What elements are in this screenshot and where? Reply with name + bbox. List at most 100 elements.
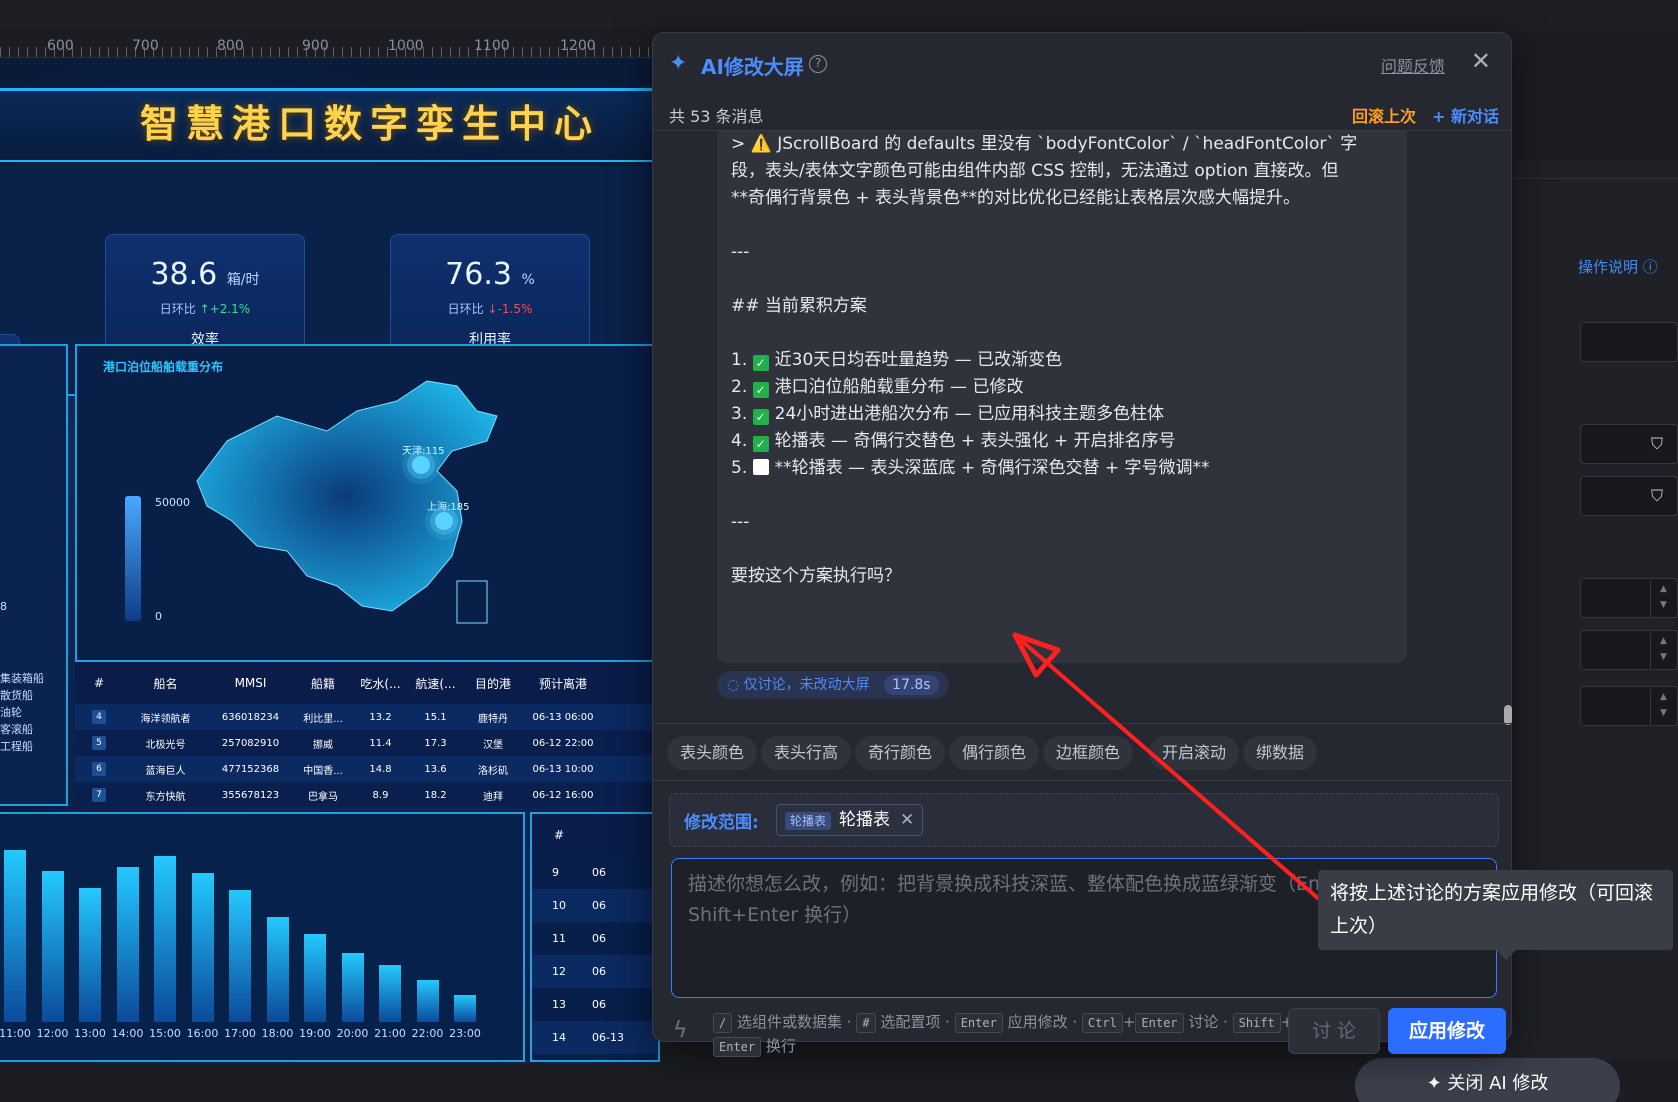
message-line: [731, 320, 1393, 347]
message-text: 段，表头/表体文字颜色可能由组件内部 CSS 控制，无法通过 option 直接…: [731, 161, 1339, 181]
stepper[interactable]: ▲ ▼: [1650, 581, 1676, 617]
kbd: #: [856, 1013, 876, 1033]
message-text: 24小时进出港船次分布 — 已应用科技主题多色柱体: [774, 404, 1165, 424]
stepper[interactable]: ▲ ▼: [1650, 633, 1676, 669]
feedback-link[interactable]: 问题反馈: [1381, 53, 1445, 77]
table-cell: 中国香...: [303, 765, 343, 777]
table-header-cell: MMSI: [234, 676, 267, 690]
rank-index: 6: [92, 762, 106, 776]
side-list-panel[interactable]: # 9 06 10 06 11 06 12 06 13 06 1406-13 10:00: [530, 812, 660, 1062]
bar: [416, 980, 439, 1022]
table-cell: 洛杉矶: [478, 765, 508, 777]
hint-text: 应用修改 ·: [1007, 1013, 1078, 1031]
ruler-label: 1100: [474, 38, 510, 54]
number-field[interactable]: ▲ ▼: [1580, 630, 1678, 670]
apply-button[interactable]: 应用修改: [1388, 1008, 1506, 1054]
stepper[interactable]: ▲ ▼: [1650, 689, 1676, 725]
bar: [304, 933, 326, 1022]
ruler-label: 1200: [560, 38, 596, 54]
ruler-label: 600: [47, 38, 74, 54]
table-cell: 蓝海巨人: [145, 765, 186, 777]
quick-chip[interactable]: 表头颜色: [667, 736, 758, 770]
number-field[interactable]: ▲ ▼: [1580, 686, 1678, 726]
table-cell: 海洋领航者: [140, 713, 191, 725]
sparkle-icon: ✦: [669, 51, 688, 76]
paint-bucket-icon: ⛉: [1650, 486, 1663, 505]
bar-chart-plot: 11:00 12:00 13:00 14:00 15:00 16:00 17:00 18:00…: [0, 814, 520, 1044]
table-cell: 利比里...: [303, 713, 343, 725]
check-icon: ✓: [752, 355, 769, 371]
table-cell: 巴拿马: [308, 791, 338, 803]
table-header: # 船名 MMSI 船籍 吃水(... 航速(... 目的港 预计离港: [75, 662, 660, 704]
hourly-bar-chart[interactable]: 11:00 12:00 13:00 14:00 15:00 16:00 17:00 18:00…: [0, 812, 525, 1062]
list-value: 06: [592, 998, 606, 1011]
message-line: [731, 266, 1393, 293]
message-line: 4. ✓ 轮播表 — 奇偶行交替色 + 表头强化 + 开启排名序号: [731, 428, 1393, 455]
table-row: 6 蓝海巨人 477152368 中国香... 14.8 13.6 洛杉矶 06-13 10:…: [75, 756, 660, 782]
quick-chip[interactable]: 绑数据: [1243, 736, 1318, 770]
list-body: 9 06 10 06 11 06 12 06 13 06 1406-13 10:00: [532, 856, 658, 1054]
message-text: 港口泊位船舶载重分布 — 已修改: [774, 377, 1024, 397]
dashboard-canvas[interactable]: 智慧港口数字孪生中心 38.6 箱/时 日环比 ↑+2.1% 效率 76.3 %…: [0, 58, 660, 1063]
table-cell: 11.4: [369, 737, 392, 749]
kbd: Enter: [954, 1013, 1003, 1033]
list-index: 11: [552, 932, 566, 945]
new-chat-button[interactable]: + 新对话: [1432, 103, 1499, 127]
scope-tag[interactable]: 轮播表 轮播表 ✕: [776, 804, 924, 836]
meta-time: 17.8s: [884, 675, 939, 695]
message-count: 共 53 条消息: [669, 107, 764, 126]
table-cell: 8.9: [372, 789, 389, 801]
help-link[interactable]: 操作说明 ⓘ: [1578, 256, 1658, 277]
panel-title: AI修改大屏: [701, 55, 804, 79]
list-index: 13: [552, 998, 566, 1011]
message-text: 近30天日均吞吐量趋势 — 已改渐变色: [774, 350, 1063, 370]
table-header-cell: 航速(...: [415, 676, 456, 691]
legend-bar: [125, 496, 141, 621]
list-index: 12: [552, 965, 566, 978]
rollback-button[interactable]: 回滚上次: [1352, 103, 1416, 127]
color-field[interactable]: ⛉: [1580, 424, 1678, 464]
discuss-button[interactable]: 讨 论: [1288, 1008, 1380, 1054]
list-value: 06: [592, 899, 606, 912]
quick-chip[interactable]: 边框颜色: [1043, 736, 1134, 770]
help-icon[interactable]: ?: [809, 55, 827, 73]
panel-footer: ϟ / 选组件或数据集 · # 选配置项 · Enter 应用修改 · Ctrl…: [653, 1008, 1511, 1068]
close-icon[interactable]: ✕: [900, 810, 914, 830]
x-tick-label: 19:00: [299, 1027, 331, 1040]
scrollbar-thumb[interactable]: [1504, 705, 1512, 725]
list-number: 5.: [731, 458, 748, 478]
message-line: ## 当前累积方案: [731, 293, 1393, 320]
message-text: ## 当前累积方案: [731, 296, 867, 316]
rank-index: 4: [92, 710, 106, 724]
bar: [41, 870, 64, 1022]
legend-max: 50000: [155, 496, 190, 509]
ship-type-item: 集装箱船: [0, 672, 44, 685]
number-field[interactable]: ▲ ▼: [1580, 578, 1678, 618]
list-index: 9: [552, 866, 559, 879]
assistant-message: > ⚠️ JScrollBoard 的 defaults 里没有 `bodyFo…: [717, 131, 1407, 663]
kpi-value: 38.6 箱/时: [150, 257, 260, 292]
quick-chip[interactable]: 偶行颜色: [949, 736, 1040, 770]
color-field[interactable]: ⛉: [1580, 476, 1678, 516]
lightning-icon[interactable]: ϟ: [673, 1018, 688, 1043]
ship-type-item: 散货船: [0, 689, 33, 702]
kpi-value: 76.3 %: [445, 257, 535, 292]
list-index: 10: [552, 899, 566, 912]
close-icon[interactable]: ✕: [1471, 47, 1491, 75]
quick-chip[interactable]: 奇行颜色: [855, 736, 946, 770]
table-cell: 7: [75, 788, 123, 802]
ship-type-panel[interactable]: 8 集装箱船 散货船 油轮 客滚船 工程船: [0, 344, 68, 806]
quick-chip[interactable]: 开启滚动: [1149, 736, 1240, 770]
table-cell: 06-13 10:00: [532, 763, 594, 775]
message-line: 2. ✓ 港口泊位船舶载重分布 — 已修改: [731, 374, 1393, 401]
table-cell: 06-13 06:00: [532, 711, 594, 723]
table-cell: 06-12 22:00: [532, 737, 594, 749]
scope-tag-type: 轮播表: [785, 812, 832, 830]
table-cell: 17.3: [424, 737, 447, 749]
x-tick-label: 14:00: [111, 1027, 144, 1040]
scroll-board-table[interactable]: # 船名 MMSI 船籍 吃水(... 航速(... 目的港 预计离港 4 海洋领…: [75, 660, 660, 808]
config-field[interactable]: [1580, 322, 1678, 362]
message-line: 段，表头/表体文字颜色可能由组件内部 CSS 控制，无法通过 option 直接…: [731, 158, 1393, 185]
quick-chip[interactable]: 表头行高: [761, 736, 852, 770]
message-line: 3. ✓ 24小时进出港船次分布 — 已应用科技主题多色柱体: [731, 401, 1393, 428]
